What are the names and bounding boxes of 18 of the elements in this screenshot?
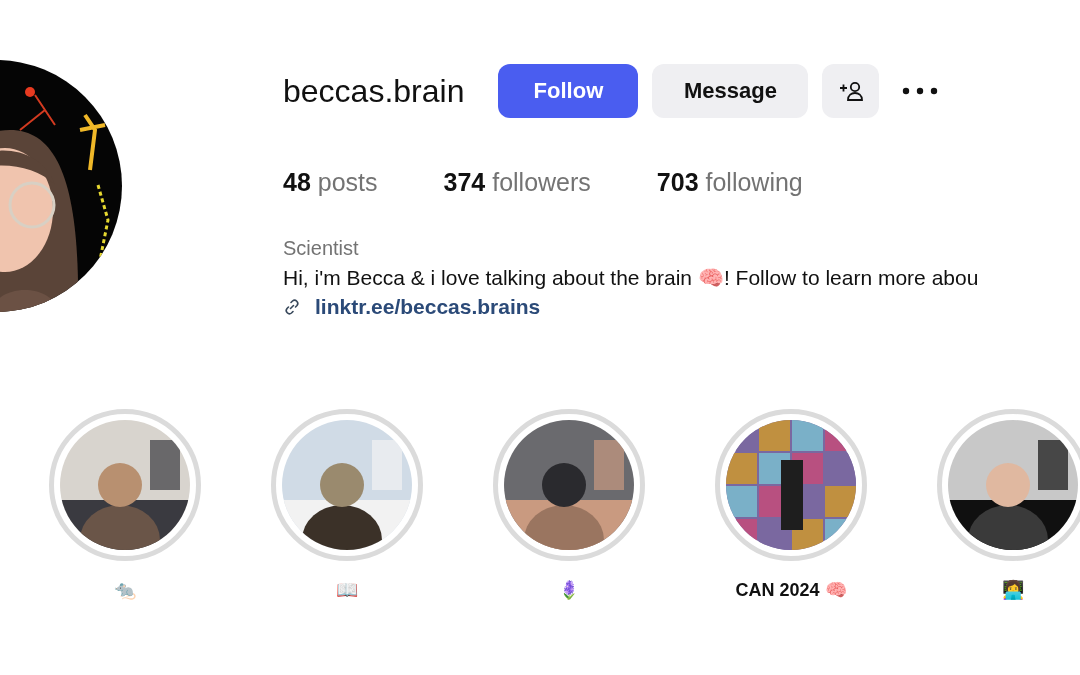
highlight-label: 📖: [336, 579, 358, 602]
highlight-label: 👩‍💻: [1002, 579, 1024, 602]
username: beccas.brain: [283, 72, 465, 110]
add-person-button[interactable]: [822, 64, 880, 118]
stat-count[interactable]: 703 following: [656, 168, 803, 197]
profile-link[interactable]: linktr.ee/beccas.brains: [315, 295, 541, 319]
add-person-icon: [837, 80, 864, 102]
more-options-icon[interactable]: [902, 87, 939, 95]
bio-text: Hi, i'm Becca & i love talking about the brain 🧠! Follow to learn more abou: [283, 266, 979, 290]
follow-button[interactable]: Follow: [498, 64, 639, 118]
stat-count[interactable]: 48 posts: [283, 168, 378, 197]
highlight-label: CAN 2024 🧠: [735, 579, 847, 602]
stat-count[interactable]: 374 followers: [443, 168, 591, 197]
highlight-label: 🪻: [558, 579, 580, 602]
category-label: Scientist: [283, 237, 360, 260]
highlight-label: 🐀: [114, 579, 136, 602]
link-icon: [283, 298, 301, 316]
message-button[interactable]: Message: [652, 64, 809, 118]
